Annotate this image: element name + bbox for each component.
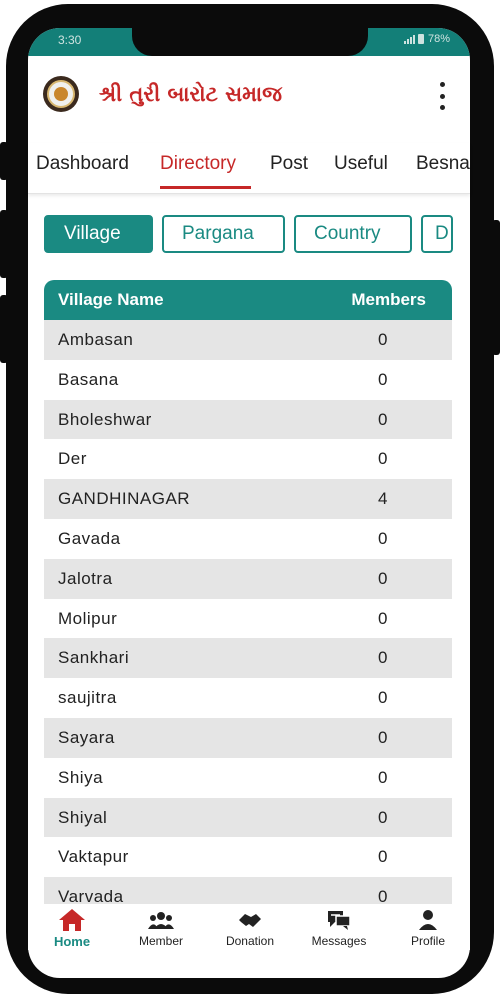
table-row[interactable]: Basana 0 — [44, 360, 452, 400]
header-members: Members — [351, 290, 426, 309]
members-count-cell: 0 — [378, 330, 388, 349]
members-count-cell: 0 — [378, 688, 388, 708]
members-count-cell: 4 — [378, 489, 388, 509]
table-row[interactable]: Sankhari 0 — [44, 638, 452, 679]
members-count-cell: 0 — [378, 648, 388, 668]
members-count-cell: 0 — [378, 608, 388, 628]
signal-icon — [403, 34, 415, 44]
status-indicators: 78% — [403, 33, 450, 45]
village-name-cell: Vaktapur — [58, 847, 129, 867]
table-row[interactable]: Molipur 0 — [44, 599, 452, 639]
battery-level: 78% — [427, 33, 450, 45]
village-name-cell: Shiyal — [58, 807, 108, 827]
village-name-cell: GANDHINAGAR — [58, 489, 191, 509]
bottom-navigation: Home Member Donation Messages Profile — [28, 904, 470, 950]
active-tab-indicator — [160, 186, 251, 189]
village-name-cell: Ambasan — [58, 330, 134, 349]
group-icon — [125, 908, 197, 932]
handshake-icon — [214, 908, 286, 932]
table-row[interactable]: GANDHINAGAR 4 — [44, 479, 452, 519]
filter-village-button[interactable]: Village — [44, 215, 153, 253]
village-name-cell: Basana — [58, 369, 119, 389]
village-name-cell: Sankhari — [58, 648, 130, 668]
tab-besna[interactable]: Besna — [416, 153, 470, 175]
table-body: Ambasan 0 Basana 0 Bholeshwar 0 Der 0 GANDHINAGA… — [44, 320, 452, 917]
village-name-cell: Bholeshwar — [58, 409, 152, 429]
nav-messages[interactable]: Messages — [303, 908, 375, 948]
nav-home[interactable]: Home — [36, 908, 108, 949]
camera-notch — [132, 28, 368, 56]
village-name-cell: Der — [58, 449, 87, 469]
members-count-cell: 0 — [378, 727, 388, 747]
nav-donation-label: Donation — [225, 934, 275, 948]
person-icon — [392, 908, 464, 932]
table-row[interactable]: Ambasan 0 — [44, 320, 452, 360]
nav-member[interactable]: Member — [125, 908, 197, 948]
members-count-cell: 0 — [378, 807, 388, 827]
members-count-cell: 0 — [378, 449, 388, 469]
nav-messages-label: Messages — [311, 934, 367, 948]
filter-pargana-button[interactable]: Pargana — [162, 215, 285, 253]
members-count-cell: 0 — [378, 767, 388, 787]
app-title: શ્રી તુરી બારોટ સમાજ — [99, 82, 283, 106]
chat-icon — [303, 908, 375, 932]
tab-dashboard[interactable]: Dashboard — [36, 153, 129, 175]
app-logo — [43, 76, 79, 112]
filter-more-button[interactable]: D — [421, 215, 453, 253]
members-count-cell: 0 — [378, 847, 388, 867]
nav-member-label: Member — [138, 934, 183, 948]
more-menu-icon[interactable] — [434, 82, 450, 110]
table-row[interactable]: Der 0 — [44, 439, 452, 479]
battery-icon — [417, 34, 424, 44]
village-name-cell: Jalotra — [58, 568, 113, 588]
table-row[interactable]: Vaktapur 0 — [44, 837, 452, 877]
table-row[interactable]: Shiya 0 — [44, 758, 452, 798]
village-name-cell: Gavada — [58, 528, 121, 548]
home-icon — [36, 908, 108, 932]
header-village-name: Village Name — [58, 290, 164, 309]
members-count-cell: 0 — [378, 369, 388, 389]
members-count-cell: 0 — [378, 568, 388, 588]
nav-home-label: Home — [53, 934, 91, 949]
members-count-cell: 0 — [378, 528, 388, 548]
village-name-cell: Shiya — [58, 767, 104, 787]
table-row[interactable]: Gavada 0 — [44, 519, 452, 559]
nav-profile-label: Profile — [410, 934, 445, 948]
table-row[interactable]: Sayara 0 — [44, 717, 452, 758]
table-row[interactable]: Shiyal 0 — [44, 797, 452, 838]
village-name-cell: saujitra — [58, 688, 117, 708]
table-row[interactable]: Bholeshwar 0 — [44, 399, 452, 440]
village-name-cell: Sayara — [58, 727, 115, 747]
members-count-cell: 0 — [378, 409, 388, 429]
tab-useful[interactable]: Useful — [334, 153, 388, 175]
filter-country-button[interactable]: Country — [294, 215, 412, 253]
nav-profile[interactable]: Profile — [392, 908, 464, 948]
tab-post[interactable]: Post — [270, 153, 308, 175]
table-header: Village Name Members — [44, 280, 452, 320]
table-row[interactable]: Jalotra 0 — [44, 558, 452, 599]
tab-directory[interactable]: Directory — [160, 153, 236, 175]
status-time: 3:30 — [58, 33, 82, 47]
village-name-cell: Molipur — [58, 608, 118, 628]
device-frame: 3:30 78% શ્રી તુરી બારોટ સમાજ Dashboard … — [0, 0, 500, 1000]
table-row[interactable]: saujitra 0 — [44, 678, 452, 718]
nav-donation[interactable]: Donation — [214, 908, 286, 948]
village-table: Village Name Members Ambasan 0 Basana 0 Bhol… — [44, 280, 452, 917]
